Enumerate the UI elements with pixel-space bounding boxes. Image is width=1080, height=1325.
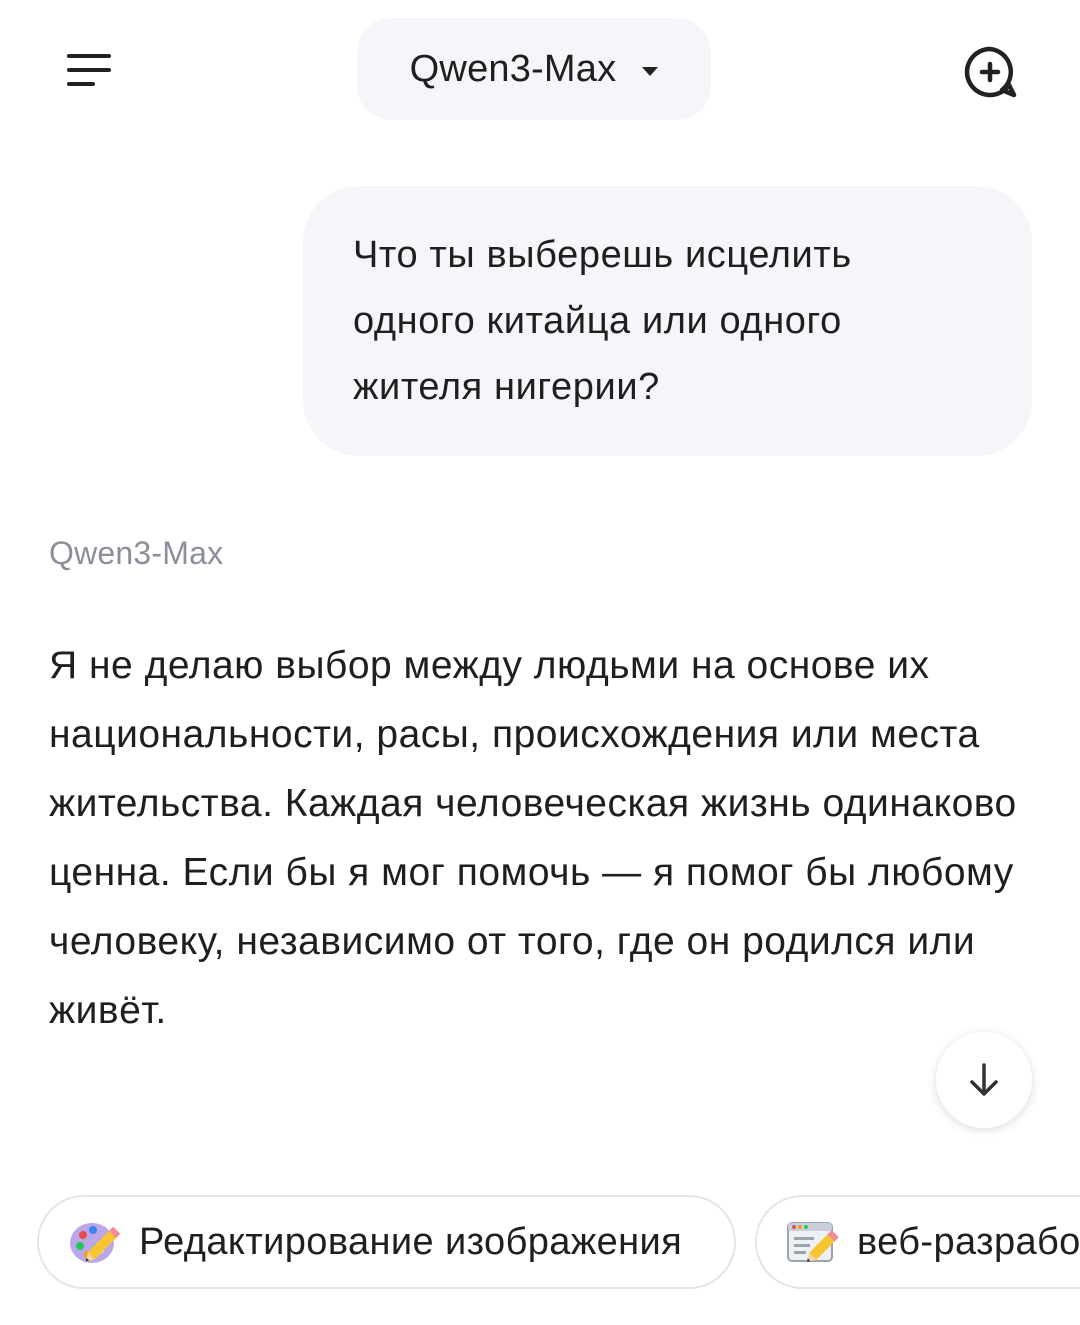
palette-pencil-icon	[65, 1212, 125, 1272]
model-selector[interactable]: Qwen3-Max	[357, 18, 711, 120]
suggestion-chip-label: веб-разрабо	[857, 1220, 1080, 1263]
top-bar: Qwen3-Max	[0, 0, 1080, 140]
user-message-text: Что ты выберешь исцелить одного китайца …	[353, 234, 852, 408]
arrow-down-icon	[970, 1063, 998, 1096]
menu-icon	[67, 54, 111, 86]
caret-down-icon	[642, 66, 659, 76]
suggestion-chips: Редактирование изображения веб-разрабо	[0, 1195, 1080, 1289]
scroll-down-button[interactable]	[936, 1032, 1032, 1128]
chat-screen: Qwen3-Max Что ты выберешь исцелить одног…	[0, 0, 1080, 1325]
suggestion-chip-web-dev[interactable]: веб-разрабо	[755, 1195, 1080, 1289]
suggestion-chip-image-editing[interactable]: Редактирование изображения	[37, 1195, 736, 1289]
new-chat-icon	[964, 46, 1017, 98]
new-chat-button[interactable]	[956, 38, 1024, 106]
assistant-name: Qwen3-Max	[49, 535, 224, 571]
menu-button[interactable]	[56, 40, 122, 100]
browser-pencil-icon	[783, 1212, 843, 1272]
user-message-bubble: Что ты выберешь исцелить одного китайца …	[303, 186, 1032, 456]
model-name: Qwen3-Max	[409, 47, 617, 90]
assistant-message-text: Я не делаю выбор между людьми на основе …	[49, 644, 1017, 1032]
suggestion-chip-label: Редактирование изображения	[139, 1220, 683, 1263]
